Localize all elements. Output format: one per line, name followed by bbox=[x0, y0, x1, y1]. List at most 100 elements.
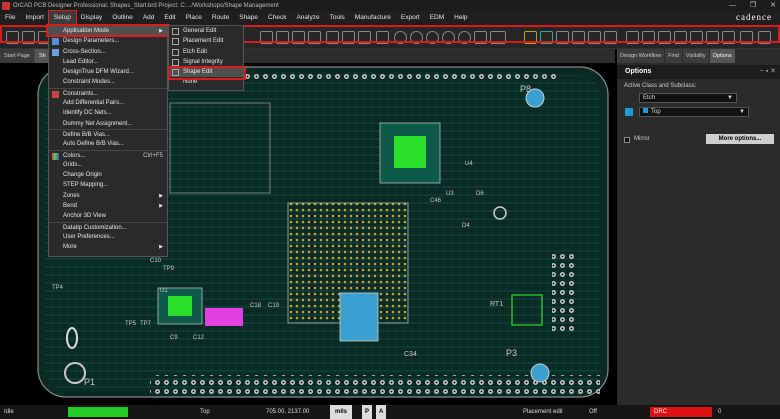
menu-add[interactable]: Add bbox=[138, 11, 160, 25]
constraint-icon[interactable] bbox=[658, 31, 671, 44]
menu-place[interactable]: Place bbox=[181, 11, 207, 25]
menu-export[interactable]: Export bbox=[396, 11, 425, 25]
menu-item-bend[interactable]: Bend ▶ bbox=[49, 201, 167, 211]
subclass-select[interactable]: Top ▼ bbox=[639, 107, 749, 117]
zoom-prev-icon[interactable] bbox=[458, 31, 471, 44]
menu-edit[interactable]: Edit bbox=[159, 11, 180, 25]
more-options-button[interactable]: More options... bbox=[706, 134, 774, 144]
mirror-checkbox[interactable] bbox=[624, 137, 630, 143]
menu-setup[interactable]: Setup bbox=[47, 10, 77, 26]
menu-item-none[interactable]: None bbox=[169, 77, 243, 87]
panel-window-controls[interactable]: − ▪ ✕ bbox=[760, 65, 776, 79]
zoom-fit-icon[interactable] bbox=[442, 31, 455, 44]
menu-item-dfm-wizard[interactable]: DesignTrue DFM Wizard... bbox=[49, 67, 167, 77]
menu-item-step-mapping[interactable]: STEP Mapping... bbox=[49, 180, 167, 190]
units-button[interactable]: mils bbox=[330, 405, 353, 419]
menu-help[interactable]: Help bbox=[449, 11, 472, 25]
colors-icon bbox=[52, 152, 59, 160]
drc-icon[interactable] bbox=[604, 31, 617, 44]
zoom-in-icon[interactable] bbox=[410, 31, 423, 44]
menu-item-constraint-modes[interactable]: Constraint Modes... bbox=[49, 77, 167, 87]
report-icon[interactable] bbox=[642, 31, 655, 44]
copy-icon[interactable] bbox=[276, 31, 289, 44]
measure-icon[interactable] bbox=[572, 31, 585, 44]
menu-item-general-edit[interactable]: General Edit bbox=[169, 26, 243, 36]
route-icon[interactable] bbox=[292, 31, 305, 44]
new-file-icon[interactable] bbox=[6, 31, 19, 44]
minimize-button[interactable]: — bbox=[729, 0, 736, 11]
tab-options[interactable]: Options bbox=[709, 49, 735, 63]
move-icon[interactable] bbox=[260, 31, 273, 44]
menu-item-zones[interactable]: Zones ▶ bbox=[49, 191, 167, 201]
menu-item-shape-edit[interactable]: Shape Edit bbox=[169, 67, 243, 78]
color-icon[interactable] bbox=[524, 31, 537, 44]
grid-icon[interactable] bbox=[326, 31, 339, 44]
unrats-icon[interactable] bbox=[376, 31, 389, 44]
tab-design-workflow[interactable]: Design Workflow bbox=[617, 49, 665, 63]
dfm-icon[interactable] bbox=[588, 31, 601, 44]
menu-display[interactable]: Display bbox=[76, 11, 107, 25]
menu-item-etch-edit[interactable]: Etch Edit bbox=[169, 47, 243, 57]
zoom-points-icon[interactable] bbox=[394, 31, 407, 44]
menu-item-signal-integrity[interactable]: Signal Integrity bbox=[169, 57, 243, 67]
menu-item-more[interactable]: More ▶ bbox=[49, 242, 167, 252]
void-icon[interactable] bbox=[358, 31, 371, 44]
close-button[interactable]: ✕ bbox=[770, 0, 776, 11]
menu-item-lead-editor[interactable]: Lead Editor... bbox=[49, 57, 167, 67]
highlight-icon[interactable] bbox=[690, 31, 703, 44]
redraw-icon[interactable] bbox=[474, 31, 487, 44]
view-3d-icon[interactable] bbox=[490, 31, 506, 44]
menu-import[interactable]: Import bbox=[20, 11, 48, 25]
netlist-icon[interactable] bbox=[674, 31, 687, 44]
menu-item-add-diff-pairs[interactable]: Add Differential Pairs... bbox=[49, 98, 167, 108]
menu-route[interactable]: Route bbox=[207, 11, 234, 25]
menu-item-constraints[interactable]: Constraints... bbox=[49, 87, 167, 98]
menu-edm[interactable]: EDM bbox=[425, 11, 449, 25]
menu-item-application-mode[interactable]: Application Mode ▶ bbox=[49, 26, 167, 37]
menu-item-cross-section[interactable]: Cross-Section... bbox=[49, 47, 167, 57]
assign-color-icon[interactable] bbox=[722, 31, 735, 44]
menu-item-design-parameters[interactable]: Design Parameters... bbox=[49, 36, 167, 46]
menu-item-anchor-3d-view[interactable]: Anchor 3D View bbox=[49, 211, 167, 221]
shadow-icon[interactable] bbox=[556, 31, 569, 44]
menu-outline[interactable]: Outline bbox=[107, 11, 138, 25]
menu-item-datatip-customization[interactable]: Datatip Customization... bbox=[49, 221, 167, 232]
menu-item-dummy-net[interactable]: Dummy Net Assignment... bbox=[49, 119, 167, 129]
menu-item-grids[interactable]: Grids... bbox=[49, 160, 167, 170]
class-select[interactable]: Etch ▼ bbox=[639, 93, 737, 103]
menu-item-placement-edit[interactable]: Placement Edit bbox=[169, 36, 243, 46]
menu-shape[interactable]: Shape bbox=[234, 11, 263, 25]
menu-file[interactable]: File bbox=[0, 11, 20, 25]
menu-manufacture[interactable]: Manufacture bbox=[350, 11, 396, 25]
layers-icon[interactable] bbox=[540, 31, 553, 44]
label-rt1: RT1 bbox=[490, 301, 504, 308]
drc-indicator[interactable]: DRC bbox=[650, 407, 712, 417]
dehighlight-icon[interactable] bbox=[706, 31, 719, 44]
label-u4: U4 bbox=[465, 161, 473, 167]
tab-visibility[interactable]: Visibility bbox=[682, 49, 709, 63]
menu-item-colors[interactable]: Colors... Ctrl+F5 bbox=[49, 149, 167, 160]
options-title: Options bbox=[625, 68, 652, 75]
help-icon[interactable] bbox=[758, 31, 771, 44]
subclass-color-swatch[interactable] bbox=[625, 108, 633, 116]
menu-item-identify-dc-nets[interactable]: Identify DC Nets... bbox=[49, 108, 167, 118]
menu-item-auto-define-bb-vias[interactable]: Auto Define B/B Vias... bbox=[49, 139, 167, 149]
tab-start-page[interactable]: Start Page bbox=[0, 49, 35, 63]
shape-icon[interactable] bbox=[342, 31, 355, 44]
maximize-button[interactable]: ❐ bbox=[750, 0, 756, 11]
a-button[interactable]: A bbox=[376, 405, 387, 419]
slide-icon[interactable] bbox=[308, 31, 321, 44]
menu-item-define-bb-vias[interactable]: Define B/B Vias... bbox=[49, 128, 167, 139]
menu-check[interactable]: Check bbox=[263, 11, 291, 25]
right-header-pins bbox=[552, 253, 574, 333]
open-file-icon[interactable] bbox=[22, 31, 35, 44]
zoom-out-icon[interactable] bbox=[426, 31, 439, 44]
show-element-icon[interactable] bbox=[740, 31, 753, 44]
stats-icon[interactable] bbox=[626, 31, 639, 44]
menu-item-user-preferences[interactable]: User Preferences... bbox=[49, 232, 167, 242]
tab-find[interactable]: Find bbox=[665, 49, 682, 63]
p-button[interactable]: P bbox=[362, 405, 373, 419]
menu-item-change-origin[interactable]: Change Origin bbox=[49, 170, 167, 180]
menu-analyze[interactable]: Analyze bbox=[291, 11, 324, 25]
menu-tools[interactable]: Tools bbox=[325, 11, 350, 25]
